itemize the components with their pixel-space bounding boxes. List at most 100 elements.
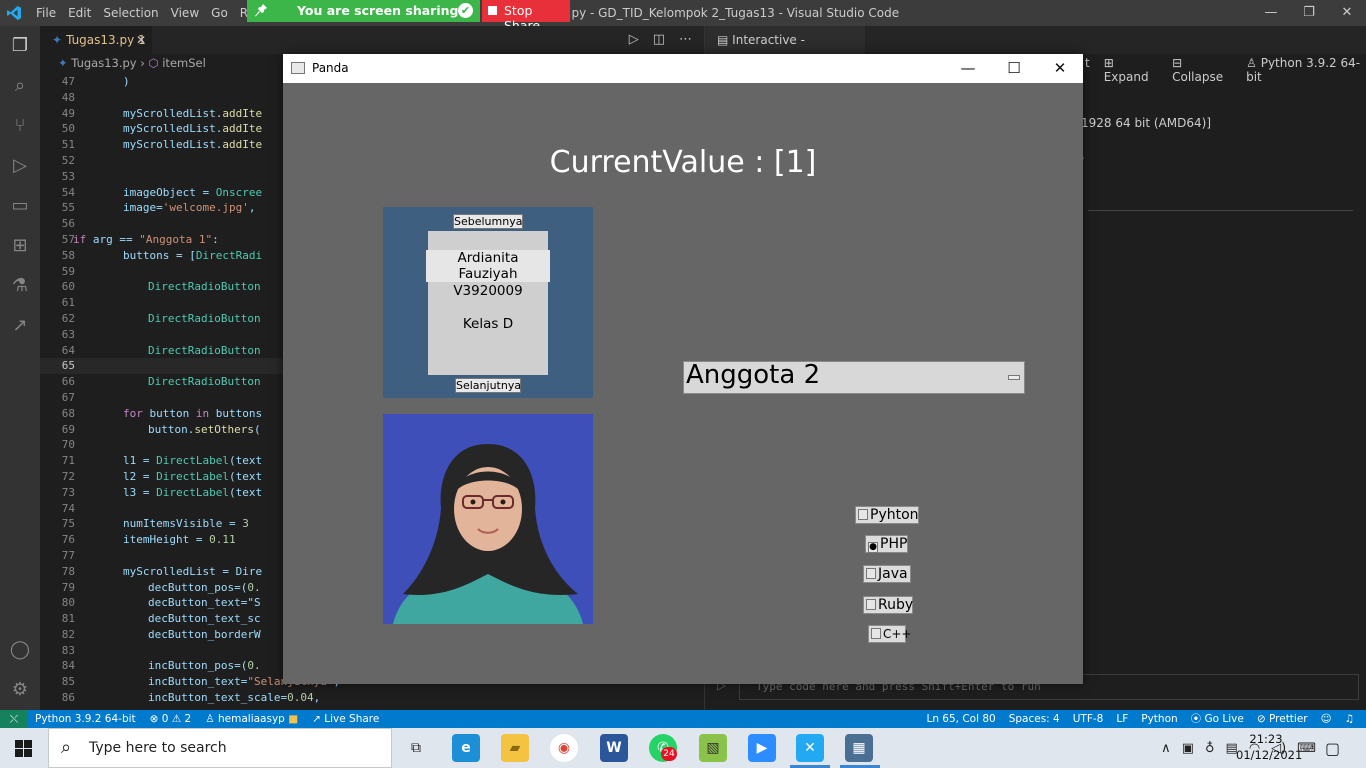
- notification-center-icon[interactable]: ▢: [1325, 739, 1340, 758]
- live-share-button[interactable]: ↗ Live Share: [312, 710, 379, 728]
- list-item[interactable]: Ardianita Fauziyah: [426, 250, 550, 282]
- python-file-icon: ✦: [52, 33, 63, 47]
- python-file-icon: ✦: [58, 56, 68, 70]
- restore-button[interactable]: ❐: [1290, 0, 1328, 26]
- windows-start-icon[interactable]: [15, 740, 32, 757]
- chevron-up-icon[interactable]: ∧: [1161, 741, 1171, 756]
- extensions-icon[interactable]: ⊞: [8, 234, 32, 258]
- go-live-button[interactable]: ⦿ Go Live: [1191, 710, 1244, 728]
- line-number: 63: [61, 327, 75, 341]
- lock-icon: ■: [288, 713, 299, 725]
- toolbar-partial-label[interactable]: t: [1085, 56, 1090, 84]
- menu-go[interactable]: Go: [205, 0, 234, 26]
- radio-ruby[interactable]: Ruby: [863, 596, 913, 614]
- tab-label: Tugas13.py 1: [66, 33, 146, 47]
- panda-close-button[interactable]: ✕: [1037, 54, 1083, 83]
- vscode-taskbar-icon[interactable]: ✕: [796, 734, 824, 762]
- panda-window-title: Panda: [312, 61, 349, 75]
- source-control-icon[interactable]: ⑂: [8, 114, 32, 138]
- line-number: 53: [61, 169, 75, 183]
- meet-now-icon[interactable]: ▣: [1182, 741, 1194, 756]
- collapse-button[interactable]: ⊟ Collapse: [1172, 56, 1232, 84]
- testing-icon[interactable]: ⚗: [8, 274, 32, 298]
- tab-tugas13[interactable]: ✦ Tugas13.py 1 ✕: [40, 26, 152, 54]
- more-actions-icon[interactable]: ⋯: [679, 26, 692, 54]
- stop-share-button[interactable]: Stop Share: [482, 0, 570, 33]
- search-icon[interactable]: ⌕: [8, 74, 32, 98]
- accounts-icon[interactable]: ◯: [8, 638, 32, 662]
- method-icon: ⬡: [148, 56, 159, 70]
- task-view-icon[interactable]: ⧉: [402, 734, 430, 762]
- line-number: 79: [61, 580, 75, 594]
- language-mode[interactable]: Python: [1141, 710, 1177, 728]
- settings-gear-icon[interactable]: ⚙: [8, 678, 32, 702]
- line-number: 48: [61, 90, 75, 104]
- panda-minimize-button[interactable]: —: [945, 54, 991, 83]
- option-menu[interactable]: Anggota 2: [683, 360, 1025, 394]
- line-number: 77: [61, 548, 75, 562]
- problems-indicator[interactable]: ⊗ 0 ⚠ 2: [150, 710, 192, 728]
- shield-icon: ✔: [458, 3, 473, 18]
- member-photo: [383, 414, 593, 624]
- expand-button[interactable]: ⊞ Expand: [1104, 56, 1158, 84]
- list-item[interactable]: V3920009: [426, 283, 550, 299]
- zoom-icon[interactable]: ▶: [748, 734, 776, 762]
- edge-icon[interactable]: e: [452, 734, 480, 762]
- encoding[interactable]: UTF-8: [1073, 710, 1104, 728]
- feedback-icon[interactable]: ☺: [1321, 710, 1332, 728]
- interactive-icon: ▤: [717, 33, 729, 47]
- radio-python[interactable]: Pyhton: [855, 506, 919, 524]
- panda-maximize-button[interactable]: ☐: [991, 54, 1037, 83]
- remote-icon[interactable]: ⤬: [0, 710, 28, 728]
- line-number: 86: [61, 691, 75, 705]
- python-interpreter[interactable]: Python 3.9.2 64-bit: [35, 710, 136, 728]
- expand-label: Expand: [1103, 70, 1149, 84]
- breadcrumb-file[interactable]: Tugas13.py: [71, 56, 136, 70]
- kernel-button[interactable]: ♙ Python 3.9.2 64-bit: [1246, 56, 1366, 84]
- run-debug-icon[interactable]: ▷: [8, 154, 32, 178]
- code-text: l3 = DirectLabel(text: [123, 485, 263, 499]
- close-button[interactable]: ✕: [1328, 0, 1366, 26]
- previous-button[interactable]: Sebelumnya: [453, 214, 523, 229]
- remote-explorer-icon[interactable]: ▭: [8, 194, 32, 218]
- code-text: decButton_text="S: [148, 596, 261, 610]
- menu-selection[interactable]: Selection: [97, 0, 164, 26]
- cursor-position[interactable]: Ln 65, Col 80: [926, 710, 995, 728]
- run-file-icon[interactable]: ▷: [629, 26, 639, 54]
- clock[interactable]: 21:23 01/12/2021: [1236, 731, 1302, 763]
- radio-cpp[interactable]: C++: [868, 625, 912, 643]
- pin-icon[interactable]: [254, 3, 268, 17]
- radio-java[interactable]: Java: [863, 565, 911, 583]
- microphone-icon[interactable]: ♁: [1205, 741, 1215, 756]
- taskbar-search[interactable]: ⌕ Type here to search: [48, 728, 392, 768]
- radio-php[interactable]: ● PHP: [865, 535, 908, 553]
- end-of-line[interactable]: LF: [1116, 710, 1128, 728]
- indentation[interactable]: Spaces: 4: [1009, 710, 1060, 728]
- prettier-button[interactable]: ⊘ Prettier: [1257, 710, 1308, 728]
- notifications-bell-icon[interactable]: ♫: [1345, 710, 1354, 728]
- minimize-button[interactable]: —: [1252, 0, 1290, 26]
- breadcrumb-symbol[interactable]: itemSel: [162, 56, 206, 70]
- tab-interactive[interactable]: ▤ Interactive - Tugas13.py ✕: [705, 26, 865, 75]
- file-explorer-icon[interactable]: ▰: [501, 734, 529, 762]
- word-icon[interactable]: W: [600, 734, 628, 762]
- live-share-user[interactable]: ♙ hemaliaasyp ■: [205, 710, 298, 728]
- menu-view[interactable]: View: [165, 0, 205, 26]
- menu-file[interactable]: File: [30, 0, 62, 26]
- next-button[interactable]: Selanjutnya: [455, 378, 521, 393]
- menu-edit[interactable]: Edit: [62, 0, 97, 26]
- screen-share-banner: You are screen sharing ✔: [247, 0, 480, 22]
- code-line[interactable]: 86 incButton_text_scale=0.04,: [40, 690, 704, 706]
- tab-close-icon[interactable]: ✕: [136, 26, 146, 54]
- list-item[interactable]: Kelas D: [426, 316, 550, 332]
- live-share-icon[interactable]: ↗: [8, 314, 32, 338]
- winrar-icon[interactable]: ▧: [699, 734, 727, 762]
- panda-window-icon: [291, 62, 305, 74]
- chrome-icon[interactable]: ◉: [550, 734, 578, 762]
- line-number: 52: [61, 153, 75, 167]
- split-editor-icon[interactable]: ◫: [653, 26, 665, 54]
- collapse-label: Collapse: [1172, 70, 1224, 84]
- panda-taskbar-icon[interactable]: ▦: [845, 734, 873, 762]
- panda-window: Panda — ☐ ✕ CurrentValue : [1] Sebelumny…: [283, 54, 1083, 684]
- explorer-icon[interactable]: ❐: [8, 34, 32, 58]
